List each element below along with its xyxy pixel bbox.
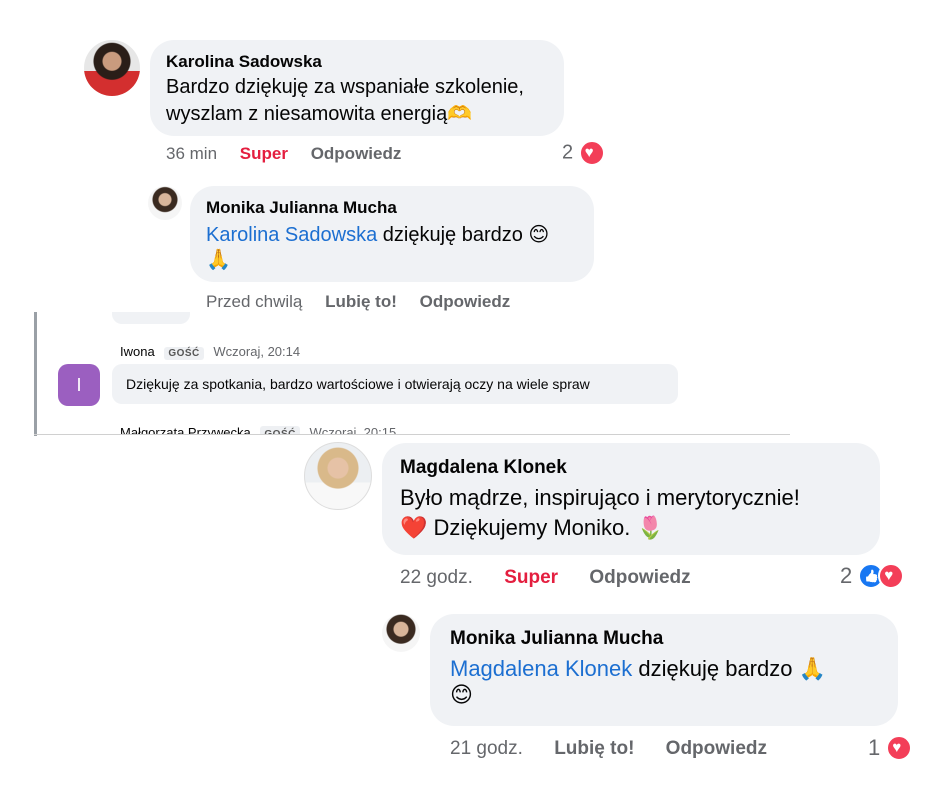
comment-text: Bardzo dziękuję za wspaniałe szkolenie,	[166, 76, 524, 98]
mention-link[interactable]: Karolina Sadowska	[206, 224, 377, 246]
heart-icon	[578, 140, 605, 166]
comment-text: ❤️ Dziękujemy Moniko. 🌷	[400, 515, 664, 540]
heart-icon	[886, 735, 913, 762]
thread-line	[34, 312, 37, 436]
heart-icon	[878, 563, 905, 590]
comment-author[interactable]: Magdalena Klonek	[400, 457, 862, 479]
reaction-count: 2	[840, 563, 853, 589]
reply-button[interactable]: Odpowiedz	[589, 567, 690, 588]
reaction-count: 2	[562, 141, 574, 164]
guest-comment-text: Dziękuję za spotkania, bardzo wartościow…	[126, 376, 590, 392]
comment-text: Było mądrze, inspirująco i merytorycznie…	[400, 485, 800, 510]
comment-actions: 36 min Super Odpowiedz	[166, 144, 419, 164]
comment-text: 🙏	[206, 249, 231, 271]
guest-author[interactable]: Iwona	[120, 344, 155, 359]
guest-author[interactable]: Małgorzata Przywecka	[120, 425, 251, 434]
avatar[interactable]: I	[58, 364, 100, 406]
reaction-summary[interactable]: 1	[868, 734, 913, 762]
comment-time[interactable]: 21 godz.	[450, 738, 523, 759]
avatar[interactable]	[304, 442, 372, 510]
guest-badge: GOŚĆ	[164, 347, 204, 360]
avatar[interactable]	[84, 40, 140, 96]
reaction-summary[interactable]: 2	[840, 562, 905, 590]
guest-time[interactable]: Wczoraj, 20:15	[309, 425, 396, 434]
reaction-button[interactable]: Super	[504, 567, 558, 588]
bubble-fragment	[112, 312, 190, 324]
avatar[interactable]	[148, 186, 182, 220]
reaction-button[interactable]: Super	[240, 144, 288, 163]
guest-header-cut: Małgorzata Przywecka GOŚĆ Wczoraj, 20:15	[120, 425, 396, 434]
comment-author[interactable]: Monika Julianna Mucha	[206, 198, 578, 218]
guest-badge: GOŚĆ	[260, 426, 300, 434]
comment-bubble: Magdalena Klonek Było mądrze, inspirując…	[382, 443, 880, 555]
comment-time[interactable]: 36 min	[166, 144, 217, 163]
comment-time[interactable]: Przed chwilą	[206, 292, 302, 311]
comment-actions: Przed chwilą Lubię to! Odpowiedz	[206, 292, 528, 312]
avatar[interactable]	[382, 614, 420, 652]
comment-author[interactable]: Karolina Sadowska	[166, 52, 548, 72]
reaction-summary[interactable]: 2	[562, 140, 605, 166]
comment-bubble: Monika Julianna Mucha Magdalena Klonek d…	[430, 614, 898, 726]
comment-bubble: Monika Julianna Mucha Karolina Sadowska …	[190, 186, 594, 282]
comment-actions: 21 godz. Lubię to! Odpowiedz	[450, 738, 785, 760]
comment-text: 😊	[450, 682, 473, 707]
comment-actions: 22 godz. Super Odpowiedz	[400, 567, 709, 589]
reply-button[interactable]: Odpowiedz	[666, 738, 767, 759]
like-button[interactable]: Lubię to!	[325, 292, 397, 311]
comment-text: wyszlam z niesamowita energią🫶	[166, 103, 473, 125]
comment-time[interactable]: 22 godz.	[400, 567, 473, 588]
divider	[34, 434, 790, 435]
reply-button[interactable]: Odpowiedz	[311, 144, 402, 163]
mention-link[interactable]: Magdalena Klonek	[450, 656, 632, 681]
guest-comments-panel: Iwona GOŚĆ Wczoraj, 20:14 I Dziękuję za …	[0, 312, 790, 436]
like-button[interactable]: Lubię to!	[554, 738, 634, 759]
reply-button[interactable]: Odpowiedz	[420, 292, 511, 311]
comment-text: dziękuję bardzo 🙏	[638, 656, 826, 681]
reaction-count: 1	[868, 735, 881, 761]
comment-bubble: Karolina Sadowska Bardzo dziękuję za wsp…	[150, 40, 564, 136]
guest-comment-bubble: Dziękuję za spotkania, bardzo wartościow…	[112, 364, 678, 404]
comment-text: dziękuję bardzo 😊	[382, 224, 550, 246]
guest-time[interactable]: Wczoraj, 20:14	[213, 344, 300, 359]
guest-header: Iwona GOŚĆ Wczoraj, 20:14	[120, 344, 300, 360]
comment-author[interactable]: Monika Julianna Mucha	[450, 628, 878, 650]
